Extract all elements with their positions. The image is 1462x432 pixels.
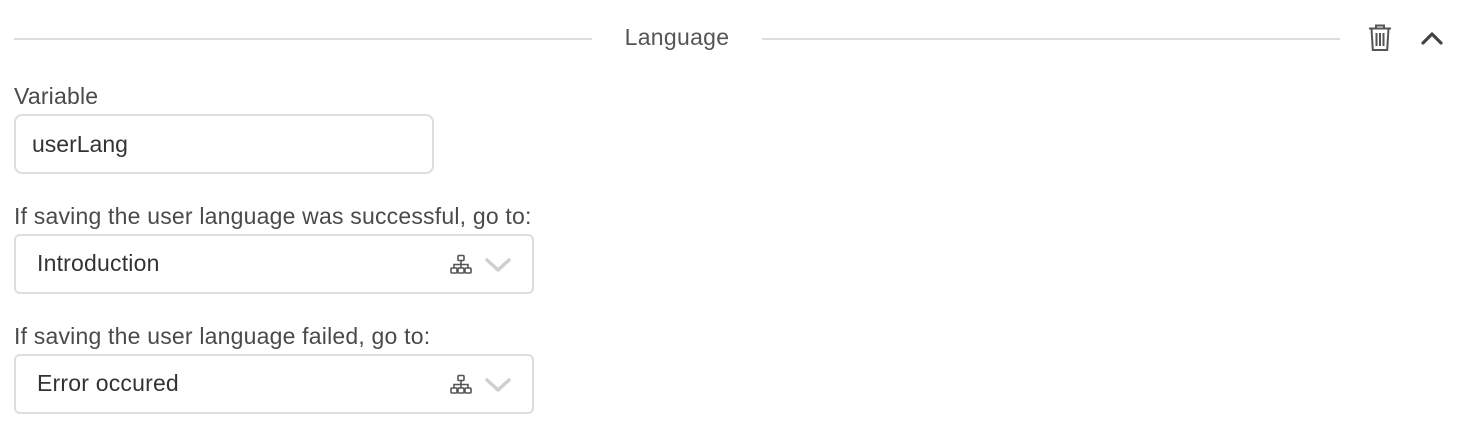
failure-target-label: If saving the user language failed, go t… xyxy=(14,323,431,349)
failure-target-value: Error occured xyxy=(37,370,179,396)
language-node-panel: Language Variable If saving the user lan… xyxy=(0,0,1462,432)
success-target-select[interactable]: Introduction xyxy=(14,234,534,294)
divider-right xyxy=(762,38,1340,40)
variable-input[interactable] xyxy=(14,114,434,174)
success-target-label: If saving the user language was successf… xyxy=(14,203,532,229)
delete-button[interactable] xyxy=(1362,20,1398,56)
collapse-button[interactable] xyxy=(1414,20,1450,56)
section-title: Language xyxy=(624,24,730,50)
failure-target-select[interactable]: Error occured xyxy=(14,354,534,414)
chevron-up-icon xyxy=(1421,32,1443,45)
variable-label: Variable xyxy=(14,83,99,109)
chevron-down-icon xyxy=(485,378,511,392)
section-header: Language xyxy=(14,18,1454,62)
trash-icon xyxy=(1369,24,1391,51)
flow-tree-icon xyxy=(450,254,472,274)
divider-left xyxy=(14,38,592,40)
flow-tree-icon xyxy=(450,374,472,394)
chevron-down-icon xyxy=(485,258,511,272)
success-target-value: Introduction xyxy=(37,250,160,276)
